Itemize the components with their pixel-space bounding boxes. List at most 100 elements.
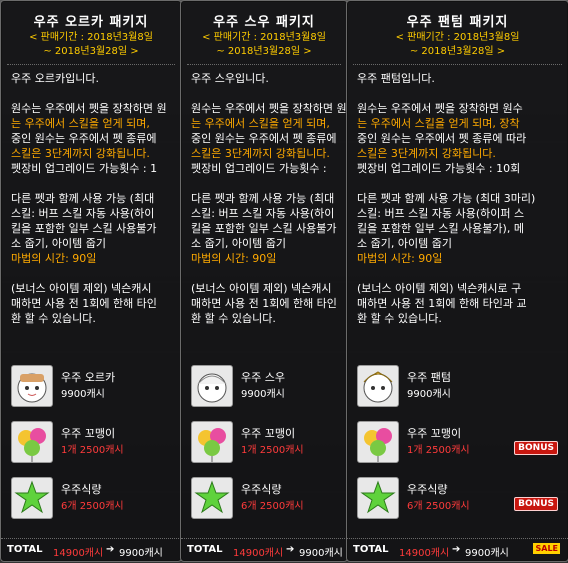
final-price: 9900캐시 [465, 548, 509, 559]
package-item-balloon: 우주 꼬맹이 1개 2500캐시 [1, 419, 181, 467]
package-item-food: 우주식량 6개 2500캐시 [181, 475, 347, 523]
item-name: 우주식량 [407, 483, 448, 496]
final-price: 9900캐시 [299, 548, 343, 559]
desc-line: 스킬은 3단계까지 강화됩니다. [191, 147, 330, 160]
desc-line: 우주 오르카입니다. [11, 72, 99, 85]
item-name: 우주 오르카 [61, 371, 116, 384]
package-item-balloon: 우주 꼬맹이 1개 2500캐시 BONUS [347, 419, 568, 467]
tooltip-header: 우주 오르카 패키지 < 판매기간 : 2018년3월8일 ~ 2018년3월2… [1, 1, 181, 58]
tooltip-header: 우주 팬텀 패키지 < 판매기간 : 2018년3월8일 ~ 2018년3월28… [347, 1, 568, 58]
desc-line: (보너스 아이템 제외) 넥슨캐시 [191, 282, 332, 295]
desc-line: 원수는 우주에서 펫을 장착하면 원 [191, 102, 347, 115]
package-item-pet: 우주 팬텀 9900캐시 [347, 363, 568, 411]
desc-line: 는 우주에서 스킬을 얻게 되며, 장착 [357, 117, 520, 130]
desc-line: 소 줍기, 아이템 줍기 [191, 237, 286, 250]
desc-line: 스킬은 3단계까지 강화됩니다. [357, 147, 496, 160]
arrow-icon: ➔ [452, 544, 461, 555]
item-price: 1개 2500캐시 [407, 445, 470, 456]
desc-line: 다른 펫과 함께 사용 가능 (최대 [11, 192, 155, 205]
desc-line: 우주 팬텀입니다. [357, 72, 435, 85]
sale-period-end: ~ 2018년3월28일 > [43, 46, 139, 57]
desc-line: (보너스 아이템 제외) 넥슨캐시 [11, 282, 152, 295]
star-food-icon [191, 477, 233, 519]
original-price: 14900캐시 [233, 548, 284, 559]
package-tooltip-phantom: 우주 팬텀 패키지 < 판매기간 : 2018년3월8일 ~ 2018년3월28… [346, 0, 568, 562]
item-price: 1개 2500캐시 [241, 445, 304, 456]
desc-line: 매하면 사용 전 1회에 한해 타인 [11, 297, 157, 310]
desc-line: 매하면 사용 전 1회에 한해 타인과 교 [357, 297, 527, 310]
total-bar: TOTAL 14900캐시 ➔ 9900캐시 [181, 538, 347, 561]
desc-line: 펫장비 업그레이드 가능횟수 : 1 [11, 162, 158, 175]
item-price: 1개 2500캐시 [61, 445, 124, 456]
desc-line: 스킬: 버프 스킬 자동 사용(하이 [191, 207, 335, 220]
star-food-icon [11, 477, 53, 519]
desc-line: 킬을 포함한 일부 스킬 사용불가 [11, 222, 157, 235]
package-tooltip-orca: 우주 오르카 패키지 < 판매기간 : 2018년3월8일 ~ 2018년3월2… [0, 0, 182, 562]
balloon-icon [191, 421, 233, 463]
total-bar: TOTAL 14900캐시 ➔ 9900캐시 [1, 538, 181, 561]
item-price: 6개 2500캐시 [61, 501, 124, 512]
package-item-food: 우주식량 6개 2500캐시 BONUS [347, 475, 568, 523]
original-price: 14900캐시 [399, 548, 450, 559]
description: 우주 스우입니다. 원수는 우주에서 펫을 장착하면 원 는 우주에서 스킬을 … [181, 71, 347, 326]
bonus-badge: BONUS [514, 497, 558, 511]
item-price: 6개 2500캐시 [241, 501, 304, 512]
total-bar: TOTAL 14900캐시 ➔ 9900캐시 SALE [347, 538, 568, 561]
desc-line: 환 할 수 있습니다. [357, 312, 442, 325]
desc-line: 우주 스우입니다. [191, 72, 269, 85]
desc-line: 스킬은 3단계까지 강화됩니다. [11, 147, 150, 160]
arrow-icon: ➔ [106, 544, 115, 555]
package-item-pet: 우주 스우 9900캐시 [181, 363, 347, 411]
bonus-badge: BONUS [514, 441, 558, 455]
item-name: 우주 꼬맹이 [241, 427, 296, 440]
balloon-icon [11, 421, 53, 463]
divider [353, 64, 562, 65]
divider [187, 64, 341, 65]
package-item-balloon: 우주 꼬맹이 1개 2500캐시 [181, 419, 347, 467]
sale-period-start: < 판매기간 : 2018년3월8일 [202, 32, 326, 43]
magic-time: 마법의 시간: 90일 [357, 252, 443, 265]
desc-line: 는 우주에서 스킬을 얻게 되며, [191, 117, 330, 130]
desc-line: 환 할 수 있습니다. [191, 312, 276, 325]
item-name: 우주 팬텀 [407, 371, 451, 384]
desc-line: 중인 원수는 우주에서 펫 종류에 [191, 132, 337, 145]
original-price: 14900캐시 [53, 548, 104, 559]
magic-time: 마법의 시간: 90일 [11, 252, 97, 265]
description: 우주 오르카입니다. 원수는 우주에서 펫을 장착하면 원 는 우주에서 스킬을… [1, 71, 181, 326]
item-price: 9900캐시 [61, 389, 105, 400]
pet-swoo-icon [191, 365, 233, 407]
desc-line: 는 우주에서 스킬을 얻게 되며, [11, 117, 150, 130]
desc-line: 중인 원수는 우주에서 펫 종류에 따라 [357, 132, 527, 145]
sale-badge: SALE [533, 543, 560, 554]
item-name: 우주식량 [241, 483, 282, 496]
desc-line: 킬을 포함한 일부 스킬 사용불가), 메 [357, 222, 524, 235]
tooltip-header: 우주 스우 패키지 < 판매기간 : 2018년3월8일 ~ 2018년3월28… [181, 1, 347, 58]
desc-line: 킬을 포함한 일부 스킬 사용불가 [191, 222, 337, 235]
divider [7, 64, 175, 65]
total-label: TOTAL [353, 544, 389, 555]
desc-line: (보너스 아이템 제외) 넥슨캐시로 구 [357, 282, 522, 295]
item-price: 6개 2500캐시 [407, 501, 470, 512]
desc-line: 소 줍기, 아이템 줍기 [11, 237, 106, 250]
desc-line: 매하면 사용 전 1회에 한해 타인 [191, 297, 337, 310]
desc-line: 중인 원수는 우주에서 펫 종류에 [11, 132, 157, 145]
item-name: 우주식량 [61, 483, 102, 496]
final-price: 9900캐시 [119, 548, 163, 559]
total-label: TOTAL [7, 544, 43, 555]
desc-line: 펫장비 업그레이드 가능횟수 : 10회 [357, 162, 521, 175]
desc-line: 스킬: 버프 스킬 자동 사용(하이퍼 스 [357, 207, 525, 220]
package-title: 우주 팬텀 패키지 [406, 15, 509, 30]
desc-line: 환 할 수 있습니다. [11, 312, 96, 325]
description: 우주 팬텀입니다. 원수는 우주에서 펫을 장착하면 원수 는 우주에서 스킬을… [347, 71, 568, 326]
item-name: 우주 꼬맹이 [407, 427, 462, 440]
package-title: 우주 오르카 패키지 [33, 15, 149, 30]
desc-line: 원수는 우주에서 펫을 장착하면 원 [11, 102, 167, 115]
total-label: TOTAL [187, 544, 223, 555]
desc-line: 원수는 우주에서 펫을 장착하면 원수 [357, 102, 523, 115]
package-item-food: 우주식량 6개 2500캐시 [1, 475, 181, 523]
desc-line: 다른 펫과 함께 사용 가능 (최대 [191, 192, 335, 205]
item-name: 우주 꼬맹이 [61, 427, 116, 440]
desc-line: 펫장비 업그레이드 가능횟수 : [191, 162, 327, 175]
sale-period-start: < 판매기간 : 2018년3월8일 [29, 32, 153, 43]
star-food-icon [357, 477, 399, 519]
